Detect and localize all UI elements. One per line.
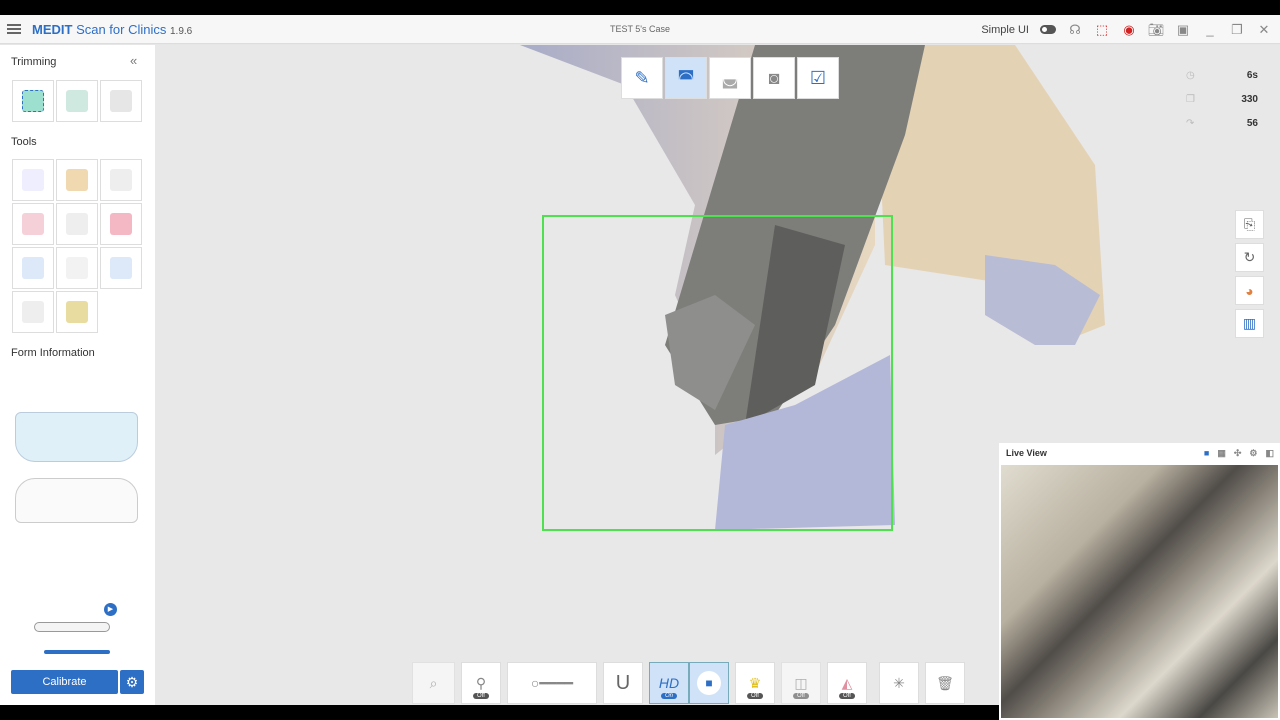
capture-tool-button[interactable] [56, 247, 98, 289]
gum-filter-button[interactable]: ◭ Off [827, 662, 867, 704]
crown-tool-button[interactable] [12, 291, 54, 333]
compare-tool-button[interactable] [12, 203, 54, 245]
gum-tool-button[interactable] [100, 203, 142, 245]
restore-icon[interactable]: ❐ [1229, 22, 1245, 38]
frames-icon: ❐ [1186, 93, 1195, 105]
close-icon[interactable]: ✕ [1256, 22, 1272, 38]
scanner-status-bar [44, 650, 110, 654]
support-icon[interactable]: ☊ [1067, 22, 1083, 38]
ai-scan-button[interactable]: ♛ Off [735, 662, 775, 704]
form-info-heading: Form Information [11, 347, 95, 359]
play-tool-button[interactable] [12, 247, 54, 289]
scan-time: 6s [1246, 69, 1258, 81]
tooth-lock-button[interactable]: ✳ [879, 662, 919, 704]
play-icon[interactable]: ▶ [104, 603, 117, 616]
edit-stage-button[interactable]: ✎ [621, 57, 663, 99]
view-camera-icon[interactable]: ⎘ [1235, 210, 1264, 239]
upper-jaw-icon[interactable] [15, 412, 138, 462]
collapse-icon[interactable]: « [130, 53, 137, 68]
live-view-focus-icon[interactable]: ✣ [1234, 448, 1242, 459]
lower-jaw-icon[interactable] [15, 478, 138, 523]
gallery-icon[interactable]: ▣ [1175, 22, 1191, 38]
bite-button[interactable]: ◫ Off [781, 662, 821, 704]
measure-tool-button[interactable] [100, 247, 142, 289]
filter-button[interactable]: ⚲ Off [461, 662, 501, 704]
bottom-toolbar: ⌕ ⚲ Off ○━━━━ U HD On ■ ♛ Off ◫ Off ◭ Off ✳ 🗑… [412, 662, 965, 704]
color-tool-button[interactable] [56, 159, 98, 201]
record-icon[interactable]: ◉ [1121, 22, 1137, 38]
menu-icon[interactable] [7, 24, 21, 34]
trim-brush-button[interactable] [56, 80, 98, 122]
live-view-settings-icon[interactable]: ⚙ [1249, 448, 1257, 459]
lock-tool-button[interactable] [12, 159, 54, 201]
stop-icon: ■ [697, 671, 721, 695]
tools-heading: Tools [11, 136, 37, 148]
minimize-icon[interactable]: _ [1202, 22, 1218, 38]
reset-view-icon[interactable]: ↻ [1235, 243, 1264, 272]
app-window: MEDIT Scan for Clinics 1.9.6 TEST 5's Ca… [0, 15, 1280, 720]
tooth-search-button[interactable]: ⌕ [412, 662, 455, 704]
arch-button[interactable]: U [603, 662, 643, 704]
trim-lasso-button[interactable] [100, 80, 142, 122]
simple-ui-toggle[interactable] [1040, 25, 1056, 34]
screen-capture-icon[interactable]: ⬚ [1094, 22, 1110, 38]
mandible-stage-button[interactable]: ◛ [709, 57, 751, 99]
filter-level-slider[interactable]: ○━━━━ [507, 662, 597, 704]
scan-stats: ◷ 6s ❐ 330 ↷ 56 [1186, 63, 1258, 135]
app-title: MEDIT Scan for Clinics 1.9.6 [32, 21, 193, 37]
simple-ui-label: Simple UI [981, 23, 1029, 36]
tooth-tool-button[interactable] [56, 203, 98, 245]
teeth-tool-button[interactable] [56, 291, 98, 333]
frame-count: 330 [1241, 93, 1258, 105]
clock-icon: ◷ [1186, 69, 1195, 81]
live-view-title: Live View [1006, 448, 1047, 458]
settings-gear-icon[interactable]: ⚙ [120, 670, 144, 694]
data-count: 56 [1246, 117, 1258, 129]
live-view-dock-icon[interactable]: ◧ [1265, 448, 1274, 459]
left-panel: Trimming « Tools Form Information ▶ Cali… [0, 45, 184, 705]
live-camera-feed [1001, 465, 1278, 718]
trim-select-button[interactable] [12, 80, 54, 122]
scan-stage-bar: ✎ ◚ ◛ ◙ ☑ [621, 57, 839, 99]
texture-icon[interactable]: ▥ [1235, 309, 1264, 338]
complete-stage-button[interactable]: ☑ [797, 57, 839, 99]
live-view-grid-icon[interactable]: ▦ [1217, 448, 1226, 459]
color-wheel-icon[interactable]: ◕ [1235, 276, 1264, 305]
occlusion-stage-button[interactable]: ◙ [753, 57, 795, 99]
delete-button[interactable]: 🗑︎ [925, 662, 965, 704]
scan-area-box [542, 215, 893, 531]
stop-scan-button[interactable]: ■ [689, 662, 729, 704]
camera-icon[interactable]: 📷︎ [1148, 22, 1165, 38]
scanner-icon [34, 622, 110, 632]
live-view-mode-icon[interactable]: ■ [1204, 448, 1209, 459]
hd-mode-button[interactable]: HD On [649, 662, 689, 704]
calibrate-button[interactable]: Calibrate [11, 670, 118, 694]
live-view-panel: Live View ■ ▦ ✣ ⚙ ◧ [999, 443, 1280, 720]
rotation-icon: ↷ [1186, 117, 1195, 129]
trimming-heading: Trimming [11, 56, 57, 68]
arch-tool-button[interactable] [100, 159, 142, 201]
maxilla-stage-button[interactable]: ◚ [665, 57, 707, 99]
title-bar: MEDIT Scan for Clinics 1.9.6 TEST 5's Ca… [0, 15, 1280, 44]
